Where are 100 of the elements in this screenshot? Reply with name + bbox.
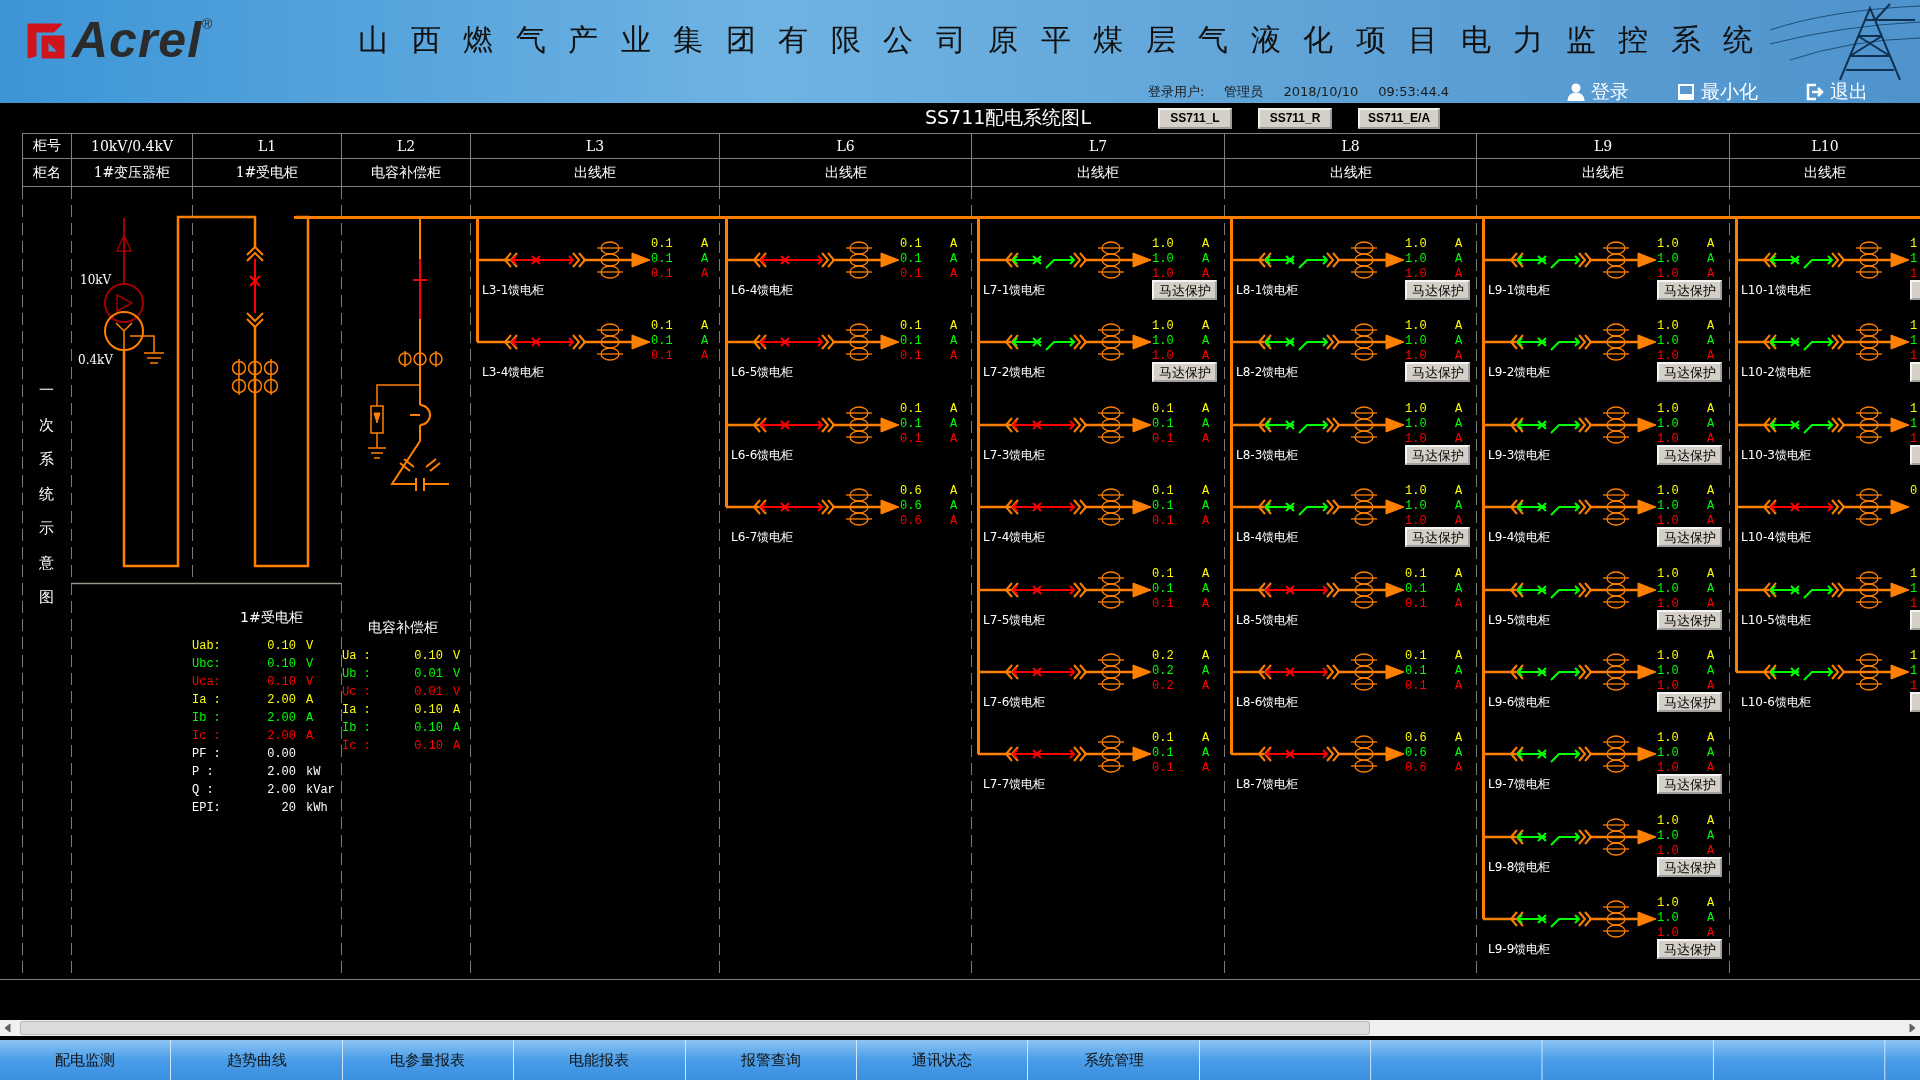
scrollbar-thumb[interactable] [20,1021,1370,1035]
feeder-name: L8-2馈电柜 [1236,364,1299,382]
feeder-name: L7-7馈电柜 [983,776,1046,794]
motor-protection-button[interactable]: 马达保护 [1657,362,1722,383]
unit-label: A [1707,926,1715,942]
unit-label: A [1455,319,1463,335]
measurement-value: 0.10 [266,657,296,671]
current-reading: 0.2 [1152,648,1175,664]
motor-protection-button[interactable]: 马达保护 [1657,856,1722,877]
unit-label: A [1707,731,1715,747]
view-switch-button[interactable]: SS711_E/A [1358,107,1441,129]
current-reading: 1.0 [1657,349,1680,365]
feeder-name: L9-9馈电柜 [1488,941,1551,959]
unit-label: A [1202,416,1210,432]
side-label: 一次系统示意图 [39,380,54,608]
feeder-name: L8-6馈电柜 [1236,693,1299,711]
current-reading: 0.6 [900,484,923,500]
measurement-label: Ubc: [192,657,222,671]
unit-label: kW [305,765,322,779]
motor-protection-button[interactable]: 马达保护 [1152,362,1217,383]
unit-label: A [1202,267,1210,282]
unit-label: A [950,431,958,447]
feeder-name: L10-2馈电柜 [1741,364,1811,382]
table-cell: 电容补偿柜 [341,159,470,187]
feeder-name: L9-3馈电柜 [1488,446,1551,464]
unit-label: V [452,649,461,663]
feeder-name: L3-1馈电柜 [482,282,545,299]
unit-label: A [1455,349,1463,365]
nav-tab[interactable]: 系统管理 [1028,1040,1200,1080]
unit-label: A [1707,746,1715,762]
current-reading: 0.6 [900,499,923,515]
measurement-label: Ub : [342,667,372,681]
feeder-name: L3-4馈电柜 [482,364,545,382]
unit-label: A [1455,648,1463,664]
motor-protection-button[interactable]: 马达保护 [1405,444,1470,465]
logo-icon [26,20,66,60]
motor-protection-button[interactable]: 马达保护 [1657,527,1722,548]
motor-protection-button[interactable]: 马达保护 [1152,280,1217,300]
current-reading: 1.0 [1405,401,1428,417]
motor-protection-button[interactable]: 马达保护 [1405,362,1470,383]
current-reading: 1 [1910,566,1919,582]
motor-protection-button[interactable]: 马达保护 [1405,527,1470,548]
motor-protection-button[interactable]: 马达保护 [1657,774,1722,795]
table-cell: L8 [1224,134,1476,159]
measurement-label: Uab: [192,639,222,653]
unit-label: A [950,252,958,267]
measurement-value: 0.00 [266,747,296,761]
voltage-label: 0.4kV [78,353,114,367]
measurement-label: Uca: [192,675,222,689]
unit-label: A [1707,663,1715,679]
current-reading: 0.1 [1152,596,1175,612]
current-reading: 1.0 [1657,431,1680,447]
table-cell: 出线柜 [1476,159,1729,187]
current-reading: 0.1 [651,319,674,335]
current-reading: 1.0 [1657,596,1680,612]
motor-protection-button[interactable]: 马达保护 [1657,691,1722,712]
unit-label: A [1707,267,1715,282]
current-reading: 1.0 [1657,828,1680,844]
current-reading: 1.0 [1657,416,1680,432]
current-reading: 1.0 [1657,252,1680,267]
feeder-name: L9-6馈电柜 [1488,693,1551,711]
current-reading: 1.0 [1657,896,1680,912]
current-reading: 1.0 [1657,746,1680,762]
motor-protection-button[interactable]: 马达保护 [1657,444,1722,465]
unit-label: A [950,319,958,335]
system-title: 山西燃气产业集团有限公司原平煤层气液化项目电力监控系统 [358,20,1776,59]
unit-label: A [1202,761,1210,777]
current-reading: 1.0 [1405,431,1428,447]
unit-label: A [1707,581,1715,597]
motor-protection-button[interactable]: 马达保护 [1657,939,1722,960]
unit-label: A [1202,581,1210,597]
nav-tab[interactable]: 趋势曲线 [171,1040,343,1080]
measurement-value: 2.00 [266,711,296,725]
motor-protection-button[interactable]: 马达保护 [1405,280,1470,300]
measurement-value: 0.10 [413,703,443,717]
unit-label: A [1202,499,1210,515]
motor-protection-button[interactable]: 马达保护 [1657,609,1722,630]
table-cell: 10kV/0.4kV [71,134,192,159]
current-reading: 0.1 [900,401,923,417]
nav-tab[interactable]: 电能报表 [514,1040,686,1080]
current-reading: 0.1 [900,416,923,432]
measurement-value: 2.00 [266,729,296,743]
unit-label: A [950,334,958,350]
unit-label: A [1707,678,1715,694]
unit-label: A [1455,252,1463,267]
current-reading: 1 [1910,237,1919,252]
unit-label: A [950,499,958,515]
panel-title: 1#受电柜 [239,609,304,627]
unit-label: A [701,319,709,335]
view-switch-button[interactable]: SS711_R [1258,107,1332,129]
motor-protection-button[interactable]: 马达保护 [1657,280,1722,300]
unit-label: A [305,729,315,743]
table-cell: L1 [192,134,341,159]
unit-label: A [1455,746,1463,762]
table-cell: 出线柜 [1224,159,1476,187]
view-switch-button[interactable]: SS711_L [1158,107,1232,129]
measurement-label: Ic : [342,739,372,753]
current-reading: 0.1 [900,334,923,350]
unit-label: A [305,711,315,725]
current-reading: 1.0 [1405,416,1428,432]
